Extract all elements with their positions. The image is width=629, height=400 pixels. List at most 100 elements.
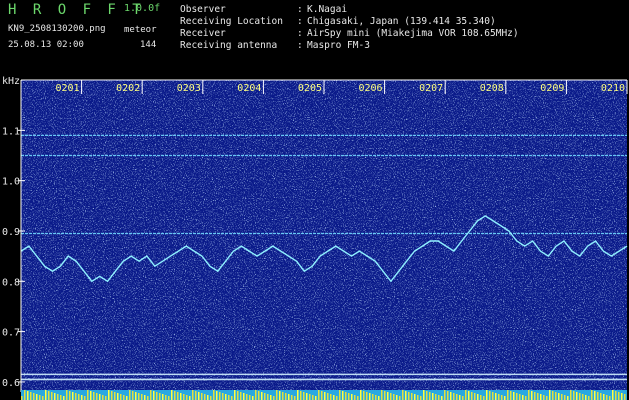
signal-bar	[159, 393, 161, 400]
info-value-receiver: AirSpy mini (Miakejima VOR 108.65MHz)	[307, 28, 519, 39]
signal-bar	[387, 392, 389, 400]
signal-bar	[450, 392, 452, 400]
signal-bar	[441, 396, 443, 400]
signal-bar	[525, 396, 527, 400]
signal-bar	[420, 396, 422, 400]
signal-bar	[504, 396, 506, 400]
signal-bar	[324, 392, 326, 400]
signal-bar	[99, 394, 101, 400]
signal-bar	[519, 394, 521, 400]
signal-bar	[384, 391, 386, 400]
signal-bar	[366, 392, 368, 400]
signal-bar	[567, 396, 569, 400]
signal-bar	[216, 391, 218, 400]
signal-bar	[465, 390, 467, 400]
signal-bar	[282, 392, 284, 400]
signal-bar	[483, 396, 485, 400]
signal-bar	[135, 392, 137, 400]
signal-bar	[120, 394, 122, 400]
signal-bar	[141, 394, 143, 400]
signal-bar	[342, 391, 344, 400]
signal-bar	[267, 394, 269, 400]
signal-bar	[54, 393, 56, 400]
signal-bar	[300, 391, 302, 400]
signal-bar	[396, 395, 398, 400]
signal-bar	[234, 390, 236, 400]
signal-bar	[84, 396, 86, 400]
signal-bar	[129, 390, 131, 400]
signal-bar	[435, 394, 437, 400]
signal-bar	[240, 392, 242, 400]
signal-bar	[312, 395, 314, 400]
signal-bar	[225, 394, 227, 400]
signal-bar	[345, 392, 347, 400]
signal-bar	[432, 393, 434, 400]
signal-bar	[414, 394, 416, 400]
signal-bar	[321, 391, 323, 400]
header-panel: H R O F F T 1.0.0f KN9_2508130200.png me…	[0, 0, 629, 74]
signal-bar	[45, 390, 47, 400]
signal-bar	[426, 391, 428, 400]
signal-bar	[123, 395, 125, 400]
signal-bar	[147, 396, 149, 400]
signal-bar	[453, 393, 455, 400]
x-tick-label: 0208	[480, 83, 504, 94]
signal-bar	[360, 390, 362, 400]
x-tick-label: 0204	[237, 83, 261, 94]
signal-bar	[255, 390, 257, 400]
signal-bar	[363, 391, 365, 400]
signal-bar	[69, 391, 71, 400]
signal-bar	[132, 391, 134, 400]
signal-bar	[51, 392, 53, 400]
signal-bar	[291, 395, 293, 400]
signal-bar	[522, 395, 524, 400]
signal-bar	[369, 393, 371, 400]
signal-bar	[222, 393, 224, 400]
y-tick-label: 0.8	[2, 277, 20, 288]
signal-bar	[492, 392, 494, 400]
signal-bar	[555, 392, 557, 400]
info-sep: :	[297, 40, 303, 51]
signal-bar	[306, 393, 308, 400]
signal-bar	[390, 393, 392, 400]
signal-bar	[534, 392, 536, 400]
signal-bar	[591, 390, 593, 400]
signal-bar	[561, 394, 563, 400]
x-tick-label: 0210	[601, 83, 625, 94]
meteor-label: meteor	[124, 25, 157, 35]
signal-bar	[528, 390, 530, 400]
signal-bar	[411, 393, 413, 400]
info-sep: :	[297, 4, 303, 15]
signal-bar	[597, 392, 599, 400]
signal-bar	[189, 396, 191, 400]
signal-bar	[195, 391, 197, 400]
signal-bar	[327, 393, 329, 400]
info-value-location: Chigasaki, Japan (139.414 35.340)	[307, 16, 496, 27]
signal-bar	[153, 391, 155, 400]
signal-bar	[78, 394, 80, 400]
signal-bar	[264, 393, 266, 400]
signal-bar	[237, 391, 239, 400]
x-tick-label: 0202	[116, 83, 140, 94]
signal-bar	[375, 395, 377, 400]
signal-bar	[330, 394, 332, 400]
signal-bar	[318, 390, 320, 400]
signal-bar	[543, 395, 545, 400]
signal-bar	[447, 391, 449, 400]
signal-bar	[495, 393, 497, 400]
app-version: 1.0.0f	[124, 3, 161, 14]
signal-bar	[180, 393, 182, 400]
signal-bar	[177, 392, 179, 400]
signal-bar	[276, 390, 278, 400]
signal-bar	[513, 392, 515, 400]
signal-bar	[558, 393, 560, 400]
signal-bar	[102, 395, 104, 400]
signal-bar	[564, 395, 566, 400]
signal-bar	[579, 393, 581, 400]
info-value-observer: K.Nagai	[307, 4, 348, 15]
signal-bar	[588, 396, 590, 400]
info-sep: :	[297, 28, 303, 39]
signal-bar	[162, 394, 164, 400]
signal-bar	[126, 396, 128, 400]
spectrogram-plot: 1.1 1.0 0.9 0.8 0.7 0.6 0201 0202 0203 0204 0205 0…	[2, 76, 628, 400]
